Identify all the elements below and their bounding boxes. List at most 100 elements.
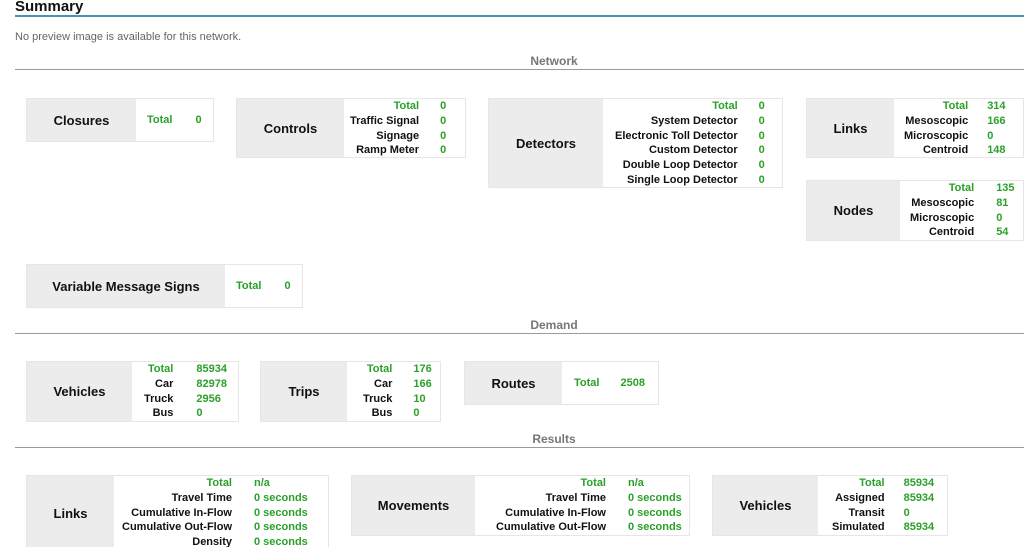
network-links-row-value: 166	[987, 114, 1006, 127]
controls-row-value: 0	[440, 114, 447, 127]
demand-vehicles-row: Car 82978	[144, 377, 227, 392]
results-movements-card: Movements Total n/a Travel Time 0 seconds …	[351, 475, 690, 536]
results-links-label: Links	[27, 476, 114, 547]
results-movements-row-key: Travel Time	[545, 491, 606, 504]
trips-row-key: Car	[374, 377, 393, 390]
network-links-row: Mesoscopic 166	[904, 114, 1006, 129]
vms-total-value: 0	[284, 280, 291, 292]
trips-row-value: 176	[413, 363, 432, 375]
nodes-row-value: 54	[996, 226, 1009, 239]
nodes-row-key: Mesoscopic	[911, 196, 975, 209]
results-links-row: Cumulative Out-Flow 0 seconds	[122, 520, 308, 535]
section-demand-title: Demand	[530, 318, 578, 332]
results-movements-row-value: 0 seconds	[628, 491, 682, 504]
results-links-row-value: 0 seconds	[254, 536, 308, 547]
section-demand: Demand	[15, 318, 1024, 334]
trips-table: Total 176 Car 166 Truck 10 Bus 0	[363, 362, 432, 421]
detectors-row: Double Loop Detector 0	[615, 158, 765, 173]
detectors-row-value: 0	[758, 144, 765, 157]
controls-row: Signage 0	[350, 129, 446, 144]
detectors-row: Single Loop Detector 0	[615, 173, 765, 188]
trips-row-key: Bus	[371, 407, 393, 420]
results-vehicles-label: Vehicles	[713, 476, 818, 535]
detectors-row-key: Electronic Toll Detector	[615, 129, 738, 142]
trips-row-value: 0	[413, 407, 420, 420]
trips-row: Car 166	[363, 377, 432, 392]
results-links-row-key: Cumulative Out-Flow	[122, 521, 232, 534]
trips-row: Total 176	[363, 362, 432, 377]
vms-label: Variable Message Signs	[27, 265, 225, 307]
network-links-row-key: Total	[942, 100, 969, 112]
results-movements-table: Total n/a Travel Time 0 seconds Cumulative…	[496, 476, 682, 535]
nodes-row-value: 135	[996, 182, 1015, 194]
section-results-title: Results	[532, 432, 576, 446]
controls-row-key: Ramp Meter	[356, 144, 420, 157]
results-vehicles-table: Total 85934 Assigned 85934 Transit 0 Simula…	[832, 476, 934, 535]
results-links-row-value: 0 seconds	[254, 491, 308, 504]
section-divider	[15, 447, 1024, 448]
detectors-row: System Detector 0	[615, 114, 765, 129]
nodes-row-key: Centroid	[928, 226, 975, 239]
controls-row-value: 0	[440, 100, 447, 112]
detectors-label: Detectors	[489, 99, 603, 187]
trips-row: Truck 10	[363, 392, 432, 407]
detectors-row-value: 0	[758, 100, 765, 112]
demand-vehicles-row-value: 85934	[196, 363, 227, 375]
trips-row-key: Total	[366, 363, 393, 375]
detectors-row-value: 0	[758, 114, 765, 127]
vms-total-label: Total	[236, 280, 262, 292]
no-preview-message: No preview image is available for this n…	[15, 31, 242, 43]
results-vehicles-row-value: 85934	[903, 521, 935, 534]
detectors-row-key: Double Loop Detector	[622, 159, 738, 172]
detectors-row: Electronic Toll Detector 0	[615, 129, 765, 144]
detectors-row: Total 0	[615, 99, 765, 114]
nodes-row-key: Total	[948, 182, 975, 194]
results-vehicles-row: Assigned 85934	[832, 491, 934, 506]
nodes-table: Total 135 Mesoscopic 81 Microscopic 0 Centr…	[910, 181, 1015, 240]
nodes-card: Nodes Total 135 Mesoscopic 81 Microscopic 0…	[806, 180, 1024, 241]
demand-vehicles-row-value: 82978	[196, 377, 227, 390]
results-movements-row-value: 0 seconds	[628, 521, 682, 534]
section-network-title: Network	[530, 54, 578, 68]
demand-vehicles-row: Total 85934	[144, 362, 227, 377]
results-links-row-key: Density	[192, 536, 232, 547]
controls-table: Total 0 Traffic Signal 0 Signage 0 Ramp Met…	[350, 99, 446, 158]
detectors-row-key: Single Loop Detector	[627, 173, 738, 186]
network-links-card: Links Total 314 Mesoscopic 166 Microscopic…	[806, 98, 1024, 158]
controls-row-key: Signage	[376, 129, 420, 142]
results-vehicles-row-key: Simulated	[832, 521, 885, 534]
demand-vehicles-row-key: Car	[155, 377, 174, 390]
network-links-row: Centroid 148	[904, 143, 1006, 158]
routes-values: Total 2508	[562, 362, 645, 404]
demand-vehicles-row-key: Truck	[144, 392, 174, 405]
demand-vehicles-card: Vehicles Total 85934 Car 82978 Truck 2956 B…	[26, 361, 239, 422]
detectors-row: Custom Detector 0	[615, 143, 765, 158]
demand-vehicles-label: Vehicles	[27, 362, 132, 421]
results-vehicles-row-key: Assigned	[835, 491, 885, 504]
section-network: Network	[15, 54, 1024, 70]
results-links-row: Total n/a	[122, 476, 308, 491]
trips-row-value: 166	[413, 377, 432, 390]
routes-total-value: 2508	[620, 377, 645, 389]
results-movements-row-value: 0 seconds	[628, 506, 682, 519]
controls-row-value: 0	[440, 129, 447, 142]
network-links-label: Links	[807, 99, 894, 157]
results-links-card: Links Total n/a Travel Time 0 seconds Cumu…	[26, 475, 329, 547]
detectors-row-key: Total	[712, 100, 738, 112]
controls-row: Total 0	[350, 99, 447, 114]
results-vehicles-row-value: 85934	[903, 477, 935, 489]
results-movements-row: Cumulative In-Flow 0 seconds	[496, 506, 682, 521]
results-links-row-value: n/a	[254, 477, 270, 489]
controls-row: Ramp Meter 0	[350, 143, 446, 158]
nodes-label: Nodes	[807, 181, 900, 240]
network-links-row-key: Microscopic	[904, 129, 969, 142]
nodes-row: Total 135	[910, 181, 1015, 196]
results-links-row-value: 0 seconds	[254, 521, 308, 534]
controls-row-key: Total	[393, 100, 420, 112]
controls-row-key: Traffic Signal	[350, 114, 420, 127]
nodes-row-key: Microscopic	[910, 211, 975, 224]
network-links-row-key: Mesoscopic	[905, 114, 969, 127]
results-vehicles-row: Transit 0	[832, 506, 934, 521]
trips-row-key: Truck	[363, 392, 393, 405]
network-links-row: Total 314	[904, 99, 1006, 114]
